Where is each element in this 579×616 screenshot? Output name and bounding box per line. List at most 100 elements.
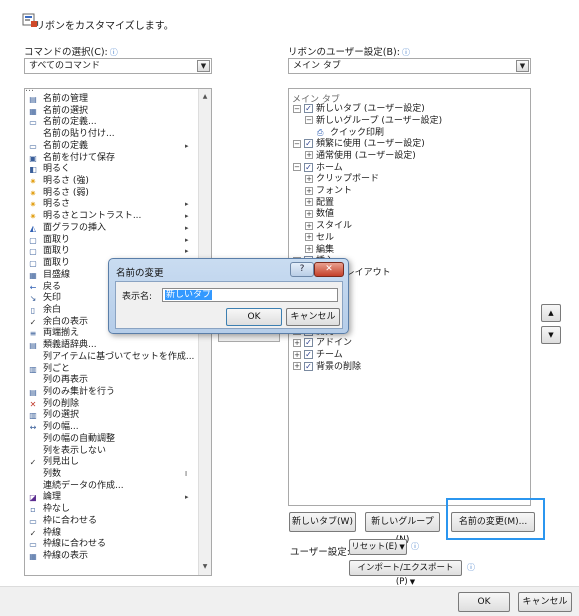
tree-item[interactable]: + 数値 [305,209,334,221]
tree-item[interactable]: − 新しいグループ (ユーザー設定) [305,116,442,128]
reset-button[interactable]: リセット(E) ▼ [349,539,407,555]
new-tab-button[interactable]: 新しいタブ(W) [289,512,356,532]
list-item[interactable]: ✕ 列の削除 [25,399,195,411]
expand-icon[interactable]: + [305,209,313,218]
list-item[interactable]: ✓ 列見出し [25,457,195,469]
tree-item[interactable]: − ✓ 新しいタブ (ユーザー設定) [293,104,425,116]
print-icon: ⎙ [317,128,324,138]
list-item[interactable]: ✓ 枠線 [25,528,195,540]
list-item[interactable]: 列の幅の自動調整 [25,434,195,446]
list-item[interactable]: 連続データの作成... [25,481,195,493]
list-item[interactable]: ▦ 枠線の表示 [25,551,195,563]
list-item[interactable]: ↔ 列の幅... [25,422,195,434]
scroll-down-icon[interactable]: ▼ [199,561,211,573]
tree-item[interactable]: + ✓ アドイン [293,338,352,350]
list-item[interactable]: ▭ 枠線に合わせる [25,539,195,551]
collapse-icon[interactable]: − [293,104,301,113]
arrow-icon: ↘ [29,294,37,304]
tree-item[interactable]: + 通常使用 (ユーザー設定) [305,151,416,163]
list-item-label: 枠線 [43,527,62,538]
tree-checkbox[interactable]: ✓ [304,104,313,113]
tree-checkbox[interactable]: ✓ [304,162,313,172]
list-item[interactable]: ▥ 列の選択 [25,410,195,422]
move-up-button[interactable]: ▲ [541,304,561,322]
chevron-down-icon[interactable]: ▼ [516,60,529,72]
tree-checkbox[interactable]: ✓ [304,139,313,149]
list-item-label: 列を表示しない [43,445,107,456]
list-item[interactable]: 列の再表示 [25,375,195,387]
expand-icon[interactable]: + [305,151,313,160]
list-item[interactable]: ▥ 列ごと [25,364,195,376]
display-name-value: 新しいタブ [165,290,213,300]
reset-button-label: リセット(E) [351,542,398,552]
tree-item[interactable]: ⎙ クイック印刷 [317,127,384,139]
tree-checkbox[interactable]: ✓ [304,361,313,371]
list-item[interactable]: ✷ 明るさ (強) [25,176,195,188]
expand-icon[interactable]: + [293,350,301,359]
tree-item[interactable]: + クリップボード [305,174,379,186]
expand-icon[interactable]: + [305,233,313,242]
list-item[interactable]: ▦ 名前の選択 [25,106,195,118]
move-down-button[interactable]: ▼ [541,326,561,344]
expand-icon[interactable]: + [293,362,301,371]
collapse-icon[interactable]: − [293,163,301,172]
remove-button-edge[interactable] [218,334,280,342]
list-item[interactable]: ◧ 明るく [25,164,195,176]
tree-item[interactable]: + セル [305,233,334,245]
close-icon[interactable]: ✕ [314,262,344,277]
ribbon-settings-combo[interactable]: メイン タブ ▼ [288,58,531,74]
tree-item[interactable]: + 配置 [305,198,334,210]
list-item[interactable]: ◪ 論理 ▸ [25,492,195,504]
dialog-cancel-button[interactable]: キャンセル [286,308,340,326]
tree-checkbox[interactable]: ✓ [304,350,313,360]
tree-item[interactable]: + 編集 [305,245,334,257]
list-item[interactable]: 名前の貼り付け... [25,129,195,141]
cancel-button[interactable]: キャンセル [518,592,572,612]
tree-item[interactable]: − ✓ 頻繁に使用 (ユーザー設定) [293,139,425,151]
list-item[interactable]: ▭ 名前の定義 ▸ [25,141,195,153]
import-export-button[interactable]: インポート/エクスポート(P) ▼ [349,560,462,587]
tree-item[interactable]: − ✓ ホーム [293,162,343,175]
list-item[interactable]: 列数 I [25,469,195,481]
list-item[interactable]: ▤ 列のみ集計を行う [25,387,195,399]
expand-icon[interactable]: + [293,338,301,347]
info-icon: ⓘ [467,563,475,572]
expand-icon[interactable]: + [305,245,313,254]
chevron-down-icon[interactable]: ▼ [197,60,210,72]
collapse-icon[interactable]: − [293,139,301,148]
list-item[interactable]: ▢ 面取り ▸ [25,246,195,258]
scroll-up-icon[interactable]: ▲ [199,91,211,103]
tree-item[interactable]: + ✓ チーム [293,350,343,362]
list-item[interactable]: ▤ 名前の管理 [25,94,195,106]
list-item[interactable]: ✷ 明るさとコントラスト... ▸ [25,211,195,223]
list-item[interactable]: ✷ 明るさ ▸ [25,199,195,211]
brightness-icon: ◧ [29,165,37,175]
help-icon[interactable]: ? [290,262,314,277]
tree-item[interactable]: + フォント [305,186,352,198]
list-item[interactable]: ▫ 枠なし [25,504,195,516]
dialog-ok-button[interactable]: OK [226,308,282,326]
list-item[interactable]: 列アイテムに基づいてセットを作成... [25,352,195,364]
tree-item-label: 配置 [316,197,335,208]
list-item[interactable]: ▭ 枠に合わせる [25,516,195,528]
list-item[interactable]: ▢ 面取り ▸ [25,235,195,247]
expand-icon[interactable]: + [305,174,313,183]
ribbon-settings-label-text: リボンのユーザー設定(B): [288,47,400,58]
expand-icon[interactable]: + [305,186,313,195]
list-item[interactable]: 列を表示しない [25,446,195,458]
ok-button[interactable]: OK [458,592,510,612]
collapse-icon[interactable]: − [305,116,313,125]
list-item[interactable]: ▣ 名前を付けて保存 [25,153,195,165]
display-name-input[interactable]: 新しいタブ [162,288,338,302]
list-item[interactable]: ◭ 面グラフの挿入 ▸ [25,223,195,235]
list-item[interactable]: ▤ 類義語辞典... [25,340,195,352]
expand-icon[interactable]: + [305,221,313,230]
tree-item[interactable]: + スタイル [305,221,352,233]
new-group-button[interactable]: 新しいグループ(N) [365,512,440,545]
list-item[interactable]: ✷ 明るさ (弱) [25,188,195,200]
expand-icon[interactable]: + [305,198,313,207]
command-select-combo[interactable]: すべてのコマンド ▼ [24,58,212,74]
tree-item[interactable]: + ✓ 背景の削除 [293,361,361,374]
tree-checkbox[interactable]: ✓ [304,338,313,348]
list-item[interactable]: ▭ 名前の定義... [25,117,195,129]
